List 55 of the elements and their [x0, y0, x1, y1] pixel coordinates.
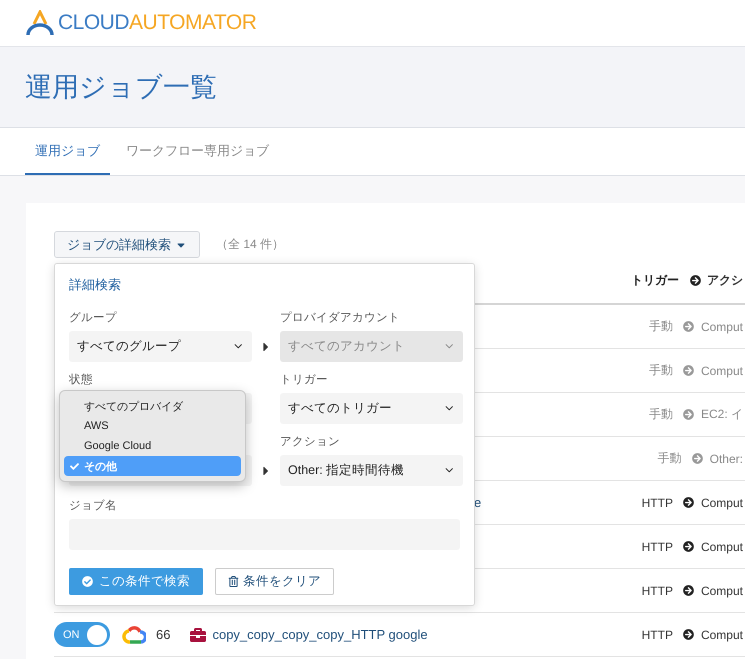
- logo-text: CLOUDAUTOMATOR: [58, 11, 256, 35]
- trigger-text: HTTP: [642, 496, 673, 510]
- field-label: ジョブ名: [69, 498, 118, 513]
- trigger-text: HTTP: [642, 628, 673, 642]
- column-header: トリガー: [631, 272, 679, 289]
- arrow-icon: [683, 629, 694, 640]
- trigger-text: 手動: [648, 406, 673, 423]
- action-text: Comput: [700, 628, 743, 642]
- briefcase-icon: [190, 626, 206, 642]
- trigger-text: HTTP: [642, 584, 673, 598]
- field-label: 状態: [69, 372, 94, 387]
- arrow-icon: [683, 321, 694, 332]
- field-label: アクション: [280, 435, 341, 449]
- action-text: Comput: [700, 584, 743, 598]
- field-label: プロバイダアカウント: [280, 310, 401, 325]
- tab[interactable]: 運用ジョブ: [25, 128, 110, 175]
- column-header: アクシ: [707, 272, 743, 289]
- arrow-icon: [690, 275, 700, 286]
- arrow-icon: [683, 497, 694, 508]
- page-title: 運用ジョブ一覧: [25, 71, 217, 104]
- trigger-text: 手動: [648, 362, 673, 379]
- menu-item[interactable]: AWS: [64, 416, 241, 436]
- field-label: グループ: [69, 310, 118, 325]
- arrow-icon: [683, 541, 694, 552]
- arrow-icon: [692, 453, 704, 464]
- tab[interactable]: ワークフロー専用ジョブ: [116, 128, 279, 175]
- action-text: Other:: [710, 452, 743, 466]
- action-select[interactable]: Other: 指定時間待機: [280, 455, 463, 486]
- trigger-select[interactable]: すべてのトリガー: [280, 393, 463, 424]
- group-select[interactable]: すべてのグループ: [69, 331, 252, 362]
- check-icon: [70, 462, 79, 470]
- arrow-icon: [683, 585, 694, 596]
- panel-title: 詳細検索: [69, 276, 122, 294]
- menu-item[interactable]: Google Cloud: [64, 436, 241, 456]
- job-id: 66: [156, 627, 170, 642]
- check-icon: [82, 576, 93, 587]
- trigger-text: HTTP: [642, 540, 673, 554]
- action-text: Comput: [700, 364, 743, 378]
- clear-button[interactable]: 条件をクリア: [215, 568, 334, 595]
- action-text: Comput: [700, 540, 743, 554]
- job-count: （全 14 件）: [216, 236, 284, 253]
- trigger-text: 手動: [648, 318, 673, 335]
- arrow-icon: [683, 365, 694, 376]
- logo-icon: [26, 10, 54, 36]
- field-label: トリガー: [280, 373, 329, 387]
- search-toggle-button[interactable]: ジョブの詳細検索: [54, 231, 200, 258]
- arrow-icon: [683, 409, 694, 420]
- action-text: Comput: [700, 320, 743, 334]
- trigger-text: 手動: [658, 450, 682, 467]
- trash-icon: [228, 576, 239, 587]
- action-text: EC2: イ: [700, 406, 743, 423]
- menu-item[interactable]: すべてのプロバイダ: [64, 396, 241, 416]
- action-text: Comput: [700, 496, 743, 510]
- cloud-icon: [122, 624, 146, 644]
- job-name-link[interactable]: copy_copy_copy_copy_HTTP google: [212, 627, 428, 642]
